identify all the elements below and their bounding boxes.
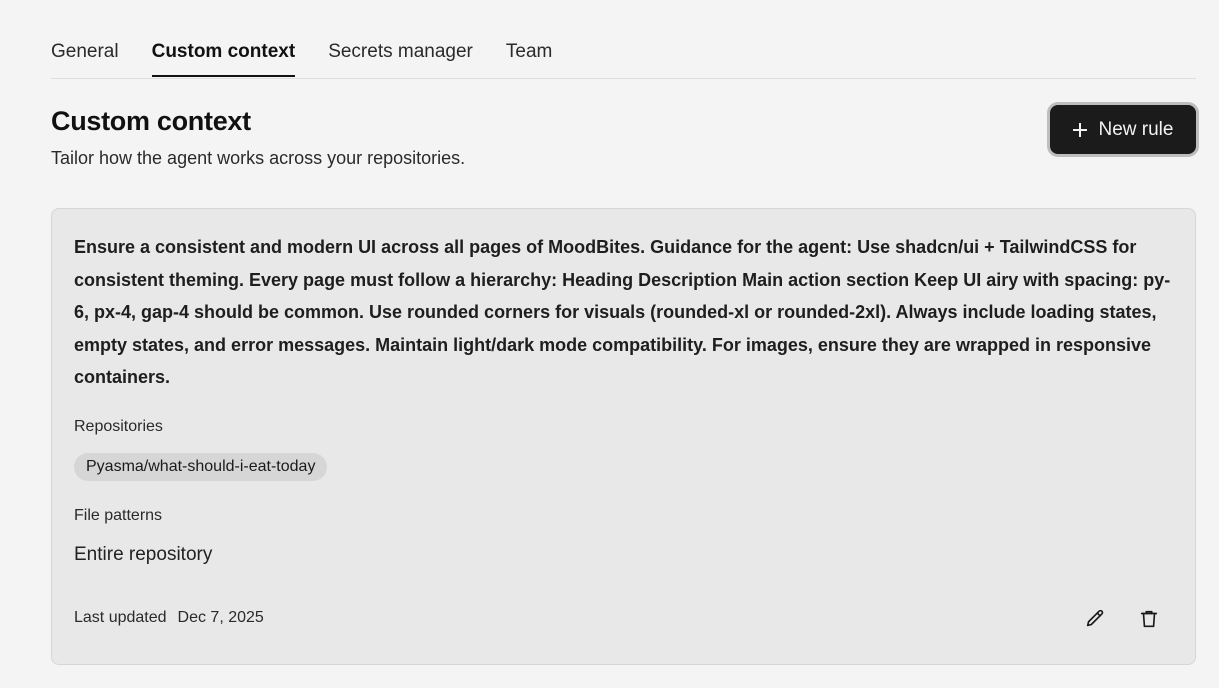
file-patterns-value: Entire repository: [74, 544, 213, 565]
tab-secrets-manager[interactable]: Secrets manager: [328, 28, 473, 77]
plus-icon: [1072, 122, 1087, 137]
settings-tabs: General Custom context Secrets manager T…: [51, 28, 1196, 79]
edit-rule-button[interactable]: [1081, 605, 1109, 633]
last-updated: Last updated Dec 7, 2025: [74, 609, 264, 627]
settings-page: General Custom context Secrets manager T…: [0, 0, 1219, 688]
file-patterns-label: File patterns: [74, 507, 163, 524]
page-title: Custom context: [51, 106, 251, 136]
new-rule-label: New rule: [1098, 118, 1174, 140]
page-description: Tailor how the agent works across your r…: [51, 148, 466, 168]
tab-general[interactable]: General: [51, 28, 119, 77]
rule-text: Ensure a consistent and modern UI across…: [74, 237, 1171, 387]
last-updated-label: Last updated: [74, 609, 167, 626]
tab-custom-context[interactable]: Custom context: [151, 28, 295, 77]
pencil-icon: [1086, 609, 1104, 627]
rule-card: Ensure a consistent and modern UI across…: [51, 208, 1196, 665]
last-updated-value: Dec 7, 2025: [177, 609, 264, 626]
delete-rule-button[interactable]: [1135, 605, 1163, 633]
trash-icon: [1140, 610, 1158, 628]
repository-chip: Pyasma/what-should-i-eat-today: [74, 453, 328, 481]
tab-team[interactable]: Team: [506, 28, 552, 77]
repositories-label: Repositories: [74, 418, 163, 435]
new-rule-button[interactable]: New rule: [1050, 105, 1196, 154]
